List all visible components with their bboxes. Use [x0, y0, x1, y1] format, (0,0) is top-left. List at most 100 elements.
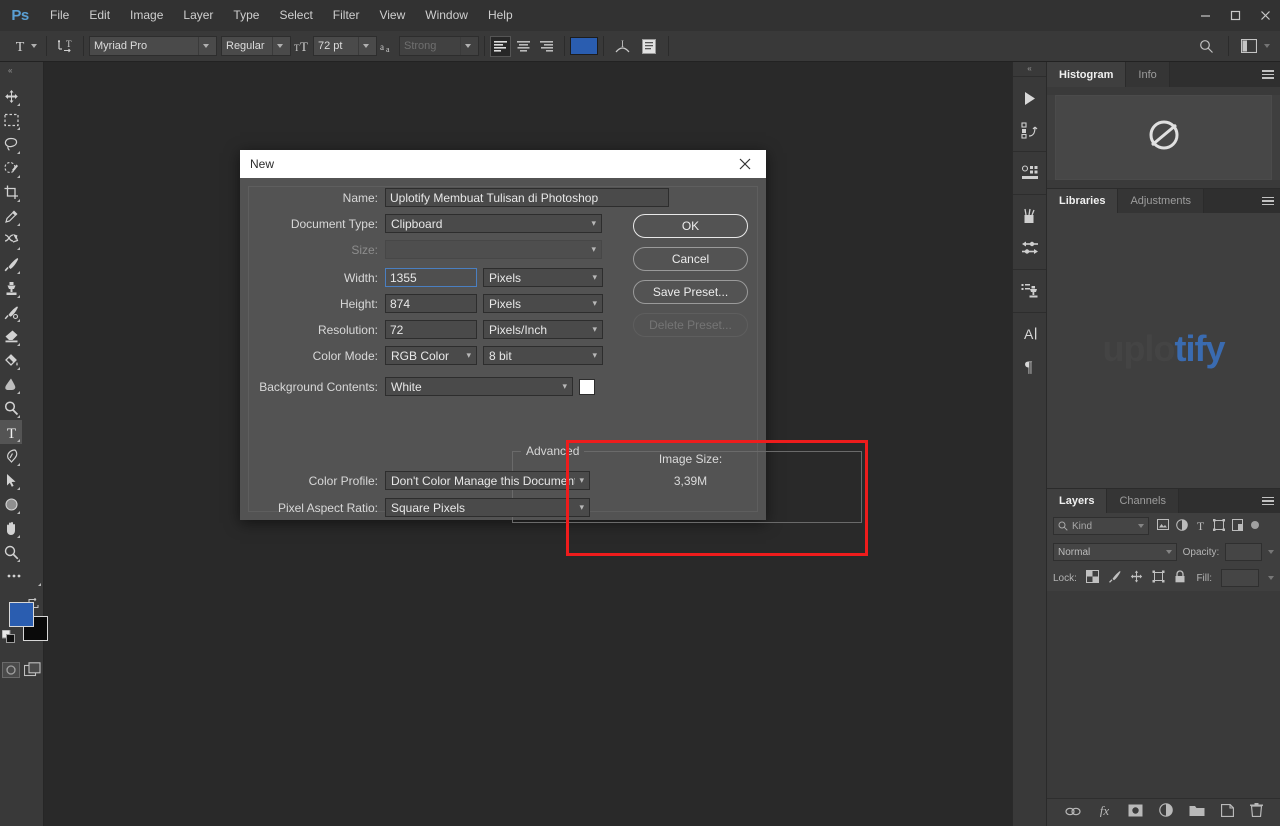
collapse-arrows-icon[interactable]: « [1013, 62, 1046, 76]
text-color-swatch[interactable] [570, 37, 598, 55]
collapse-arrows-icon[interactable]: « [0, 62, 43, 78]
menu-type[interactable]: Type [223, 0, 269, 31]
quick-mask-icon[interactable] [2, 662, 20, 683]
menu-edit[interactable]: Edit [79, 0, 120, 31]
tool-lasso[interactable] [0, 132, 22, 156]
tool-type[interactable]: T [0, 420, 22, 444]
tool-dodge[interactable] [0, 396, 22, 420]
default-colors-icon[interactable] [2, 630, 15, 648]
tool-clone-stamp[interactable] [0, 276, 22, 300]
smart-object-filter-icon[interactable] [1232, 519, 1243, 534]
layer-style-icon[interactable]: fx [1097, 803, 1112, 822]
fill-input[interactable] [1221, 569, 1259, 587]
layer-mask-icon[interactable] [1128, 804, 1143, 822]
tool-crop[interactable] [0, 180, 22, 204]
tool-healing-brush[interactable] [0, 228, 22, 252]
tool-quick-selection[interactable] [0, 156, 22, 180]
background-color-preview[interactable] [579, 379, 595, 395]
tool-path-selection[interactable] [0, 468, 22, 492]
workspace-icon[interactable] [1234, 39, 1264, 53]
tab-histogram[interactable]: Histogram [1047, 62, 1126, 87]
tab-libraries[interactable]: Libraries [1047, 189, 1118, 213]
height-input[interactable]: 874 [385, 294, 477, 313]
tab-layers[interactable]: Layers [1047, 489, 1107, 513]
panel-menu-icon[interactable] [1256, 189, 1280, 213]
layer-filter-kind-select[interactable]: Kind [1053, 517, 1149, 535]
save-preset-button[interactable]: Save Preset... [633, 280, 748, 304]
tool-eyedropper[interactable] [0, 204, 22, 228]
menu-view[interactable]: View [369, 0, 415, 31]
chevron-down-icon[interactable] [1268, 576, 1274, 580]
clone-source-icon[interactable] [1013, 275, 1046, 307]
menu-layer[interactable]: Layer [173, 0, 223, 31]
maximize-button[interactable] [1220, 4, 1250, 26]
name-input[interactable]: Uplotify Membuat Tulisan di Photoshop [385, 188, 669, 207]
tab-channels[interactable]: Channels [1107, 489, 1178, 513]
pixel-aspect-ratio-select[interactable]: Square Pixels ▾ [385, 498, 590, 517]
link-layers-icon[interactable] [1065, 804, 1081, 822]
close-icon[interactable] [734, 153, 756, 175]
resolution-unit-select[interactable]: Pixels/Inch ▾ [483, 320, 603, 339]
delete-layer-icon[interactable] [1250, 803, 1263, 822]
adjustment-layer-filter-icon[interactable] [1176, 519, 1188, 534]
tool-brush[interactable] [0, 252, 22, 276]
lock-transparent-pixels-icon[interactable] [1086, 570, 1099, 586]
character-icon[interactable]: A [1013, 318, 1046, 350]
dialog-title-bar[interactable]: New [240, 150, 766, 178]
tool-preset-picker[interactable]: T [8, 35, 41, 57]
lock-image-pixels-icon[interactable] [1108, 570, 1121, 586]
resolution-input[interactable]: 72 [385, 320, 477, 339]
adjustment-layer-icon[interactable] [1159, 803, 1173, 822]
search-icon[interactable] [1189, 39, 1223, 54]
new-layer-icon[interactable] [1221, 804, 1234, 822]
character-panel-button[interactable] [635, 39, 663, 54]
lock-position-icon[interactable] [1130, 570, 1143, 586]
align-right-button[interactable] [536, 36, 557, 57]
tool-move[interactable] [0, 84, 22, 108]
tool-zoom[interactable] [0, 540, 22, 564]
tool-marquee[interactable] [0, 108, 22, 132]
cancel-button[interactable]: Cancel [633, 247, 748, 271]
blend-mode-select[interactable]: Normal [1053, 543, 1177, 561]
menu-window[interactable]: Window [415, 0, 478, 31]
chevron-down-icon[interactable] [1268, 550, 1274, 554]
font-style-select[interactable]: Regular [221, 36, 291, 56]
text-orientation-button[interactable]: T [52, 38, 78, 54]
color-profile-select[interactable]: Don't Color Manage this Document ▾ [385, 471, 590, 490]
width-input[interactable]: 1355 [385, 268, 477, 287]
tool-pen[interactable] [0, 444, 22, 468]
panel-menu-icon[interactable] [1256, 62, 1280, 87]
type-layer-filter-icon[interactable]: T [1195, 519, 1206, 534]
tool-hand[interactable] [0, 516, 22, 540]
close-button[interactable] [1250, 4, 1280, 26]
paragraph-icon[interactable]: ¶ [1013, 350, 1046, 382]
properties-icon[interactable] [1013, 157, 1046, 189]
align-center-button[interactable] [513, 36, 534, 57]
layer-list[interactable] [1047, 591, 1280, 826]
warp-text-button[interactable]: I [609, 39, 635, 54]
screen-mode-icon[interactable] [24, 662, 42, 683]
foreground-color-swatch[interactable] [9, 602, 34, 627]
play-action-icon[interactable] [1013, 82, 1046, 114]
menu-file[interactable]: File [40, 0, 79, 31]
font-size-select[interactable]: 72 pt [313, 36, 377, 56]
color-mode-select[interactable]: RGB Color ▾ [385, 346, 477, 365]
background-contents-select[interactable]: White ▾ [385, 377, 573, 396]
lock-artboard-nesting-icon[interactable] [1152, 570, 1165, 586]
font-family-select[interactable]: Myriad Pro [89, 36, 217, 56]
opacity-input[interactable] [1225, 543, 1262, 561]
tool-blur[interactable] [0, 372, 22, 396]
width-unit-select[interactable]: Pixels ▾ [483, 268, 603, 287]
minimize-button[interactable] [1190, 4, 1220, 26]
menu-image[interactable]: Image [120, 0, 173, 31]
tab-adjustments[interactable]: Adjustments [1118, 189, 1204, 213]
new-group-icon[interactable] [1189, 804, 1205, 822]
document-type-select[interactable]: Clipboard ▾ [385, 214, 602, 233]
anti-alias-select[interactable]: Strong [399, 36, 479, 56]
tab-info[interactable]: Info [1126, 62, 1169, 87]
color-depth-select[interactable]: 8 bit ▾ [483, 346, 603, 365]
tool-history-brush[interactable] [0, 300, 22, 324]
brush-presets-icon[interactable] [1013, 232, 1046, 264]
shape-layer-filter-icon[interactable] [1213, 519, 1225, 534]
align-left-button[interactable] [490, 36, 511, 57]
